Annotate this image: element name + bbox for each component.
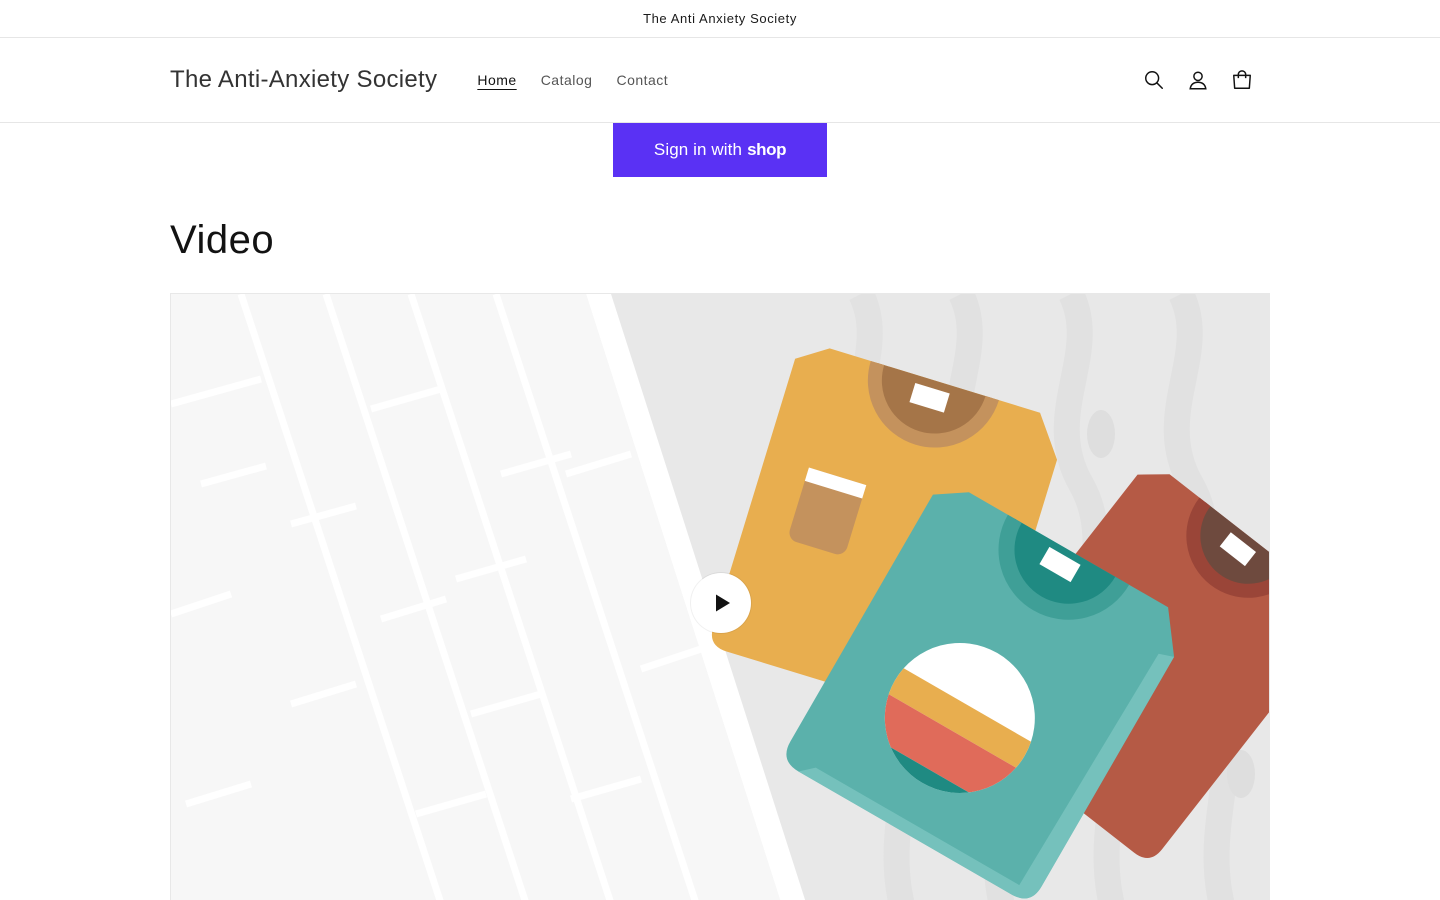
announcement-text: The Anti Anxiety Society <box>643 11 797 26</box>
nav-link-home[interactable]: Home <box>465 66 528 94</box>
brand-logo-link[interactable]: The Anti-Anxiety Society <box>170 66 437 94</box>
video-section: Video <box>0 219 1440 900</box>
sign-in-with-shop-button[interactable]: Sign in with shop <box>613 123 827 177</box>
account-icon <box>1189 71 1207 90</box>
nav-link-catalog[interactable]: Catalog <box>529 66 605 94</box>
video-player[interactable] <box>170 293 1270 900</box>
play-button[interactable] <box>691 573 751 633</box>
search-icon <box>1145 71 1163 89</box>
shop-brand-word: shop <box>747 140 787 159</box>
cart-button[interactable] <box>1220 58 1264 102</box>
play-icon <box>716 594 730 612</box>
site-header: The Anti-Anxiety Society Home Catalog Co… <box>0 38 1440 123</box>
header-icons <box>1132 58 1264 102</box>
account-button[interactable] <box>1176 58 1220 102</box>
shop-signin-label: Sign in with <box>653 140 743 159</box>
announcement-bar: The Anti Anxiety Society <box>0 0 1440 38</box>
nav-link-contact[interactable]: Contact <box>604 66 680 94</box>
main-nav: Home Catalog Contact <box>465 66 680 94</box>
search-button[interactable] <box>1132 58 1176 102</box>
video-section-title: Video <box>170 218 275 262</box>
shop-signin-wrap: Sign in with shop <box>0 123 1440 177</box>
cart-icon <box>1233 70 1251 89</box>
